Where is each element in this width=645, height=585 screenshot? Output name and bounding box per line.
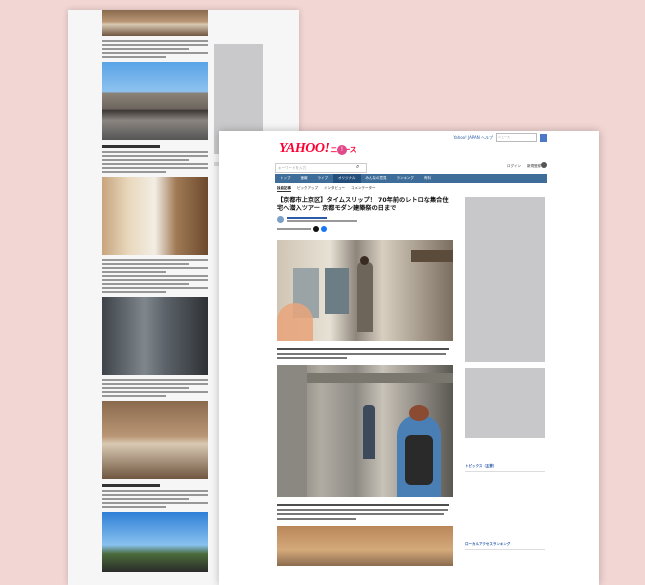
nav-item-ranking[interactable]: ランキング [392,174,419,183]
article-caption [102,484,161,487]
logo-text: YAHOO! [279,141,330,156]
article-body: 【京都市上京区】タイムスリップ！ 70年前のレトロな集合住宅へ潜入ツアー 京都モ… [277,197,453,566]
facebook-share-icon[interactable] [321,226,327,232]
article-photo [102,297,208,375]
share-bar [277,226,453,232]
x-share-icon[interactable] [313,226,319,232]
nav-item-opinion[interactable]: みんなの意見 [361,174,392,183]
article-photo [102,177,208,255]
utility-links[interactable]: Yahoo! JAPAN ヘルプ [453,135,493,141]
ranking-heading[interactable]: ローカルアクセスランキング [465,542,510,547]
search-icon[interactable]: ⌕ [356,163,359,171]
user-links: ログイン 新規登録 [507,164,541,169]
nav-item-paid[interactable]: 有料 [419,174,436,183]
notification-badge-icon[interactable]: ! [337,145,347,155]
top-utility-bar: Yahoo! JAPAN ヘルプ ニュース [453,133,547,142]
publish-date [277,228,311,230]
article-text-block [102,259,208,293]
article-text-block [102,490,208,508]
sub-nav: 独自記事 ピックアップ インタビュー コメンテーター [277,186,376,192]
register-link[interactable]: 新規登録 [527,164,541,169]
top-search-button[interactable] [540,133,547,142]
background-article-column [102,10,208,576]
article-photo-building [277,525,453,566]
nav-item-breaking[interactable]: 速報 [296,174,313,183]
article-headline: 【京都市上京区】タイムスリップ！ 70年前のレトロな集合住宅へ潜入ツアー 京都モ… [277,197,449,212]
author-meta [287,216,357,223]
subnav-item[interactable]: インタビュー [324,186,345,192]
topics-heading[interactable]: トピックス（主要） [465,464,496,469]
article-paragraph [277,504,453,520]
login-link[interactable]: ログイン [507,164,521,169]
author-avatar[interactable] [277,216,284,223]
subnav-item[interactable]: ピックアップ [297,186,318,192]
divider [465,549,545,550]
article-text-block [102,40,208,58]
author-byline [277,216,453,223]
article-text-block [102,379,208,397]
sidebar-ad-placeholder[interactable] [465,368,545,438]
nav-item-original[interactable]: オリジナル [333,174,361,183]
article-photo [102,512,208,572]
article-photo [102,401,208,479]
subnav-item[interactable]: 独自記事 [277,186,291,192]
gear-icon[interactable] [541,162,547,168]
divider [465,471,545,472]
sidebar-ad-placeholder[interactable] [465,197,545,362]
nav-item-live[interactable]: ライブ [313,174,334,183]
article-paragraph [277,348,453,359]
main-nav: トップ 速報 ライブ オリジナル みんなの意見 ランキング 有料 [275,174,547,183]
news-search-input[interactable]: キーワードを入力 [275,163,367,173]
article-photo-interior [277,365,453,497]
article-photo [102,62,208,140]
article-photo-guide [277,240,453,341]
article-caption [102,145,161,148]
yahoo-news-article-page: Yahoo! JAPAN ヘルプ ニュース YAHOO! ニュース ! キーワード… [219,131,599,585]
nav-item-top[interactable]: トップ [275,174,296,183]
top-search-input[interactable]: ニュース [496,133,537,142]
article-photo [102,10,208,36]
article-text-block [102,151,208,173]
subnav-item[interactable]: コメンテーター [351,186,376,192]
